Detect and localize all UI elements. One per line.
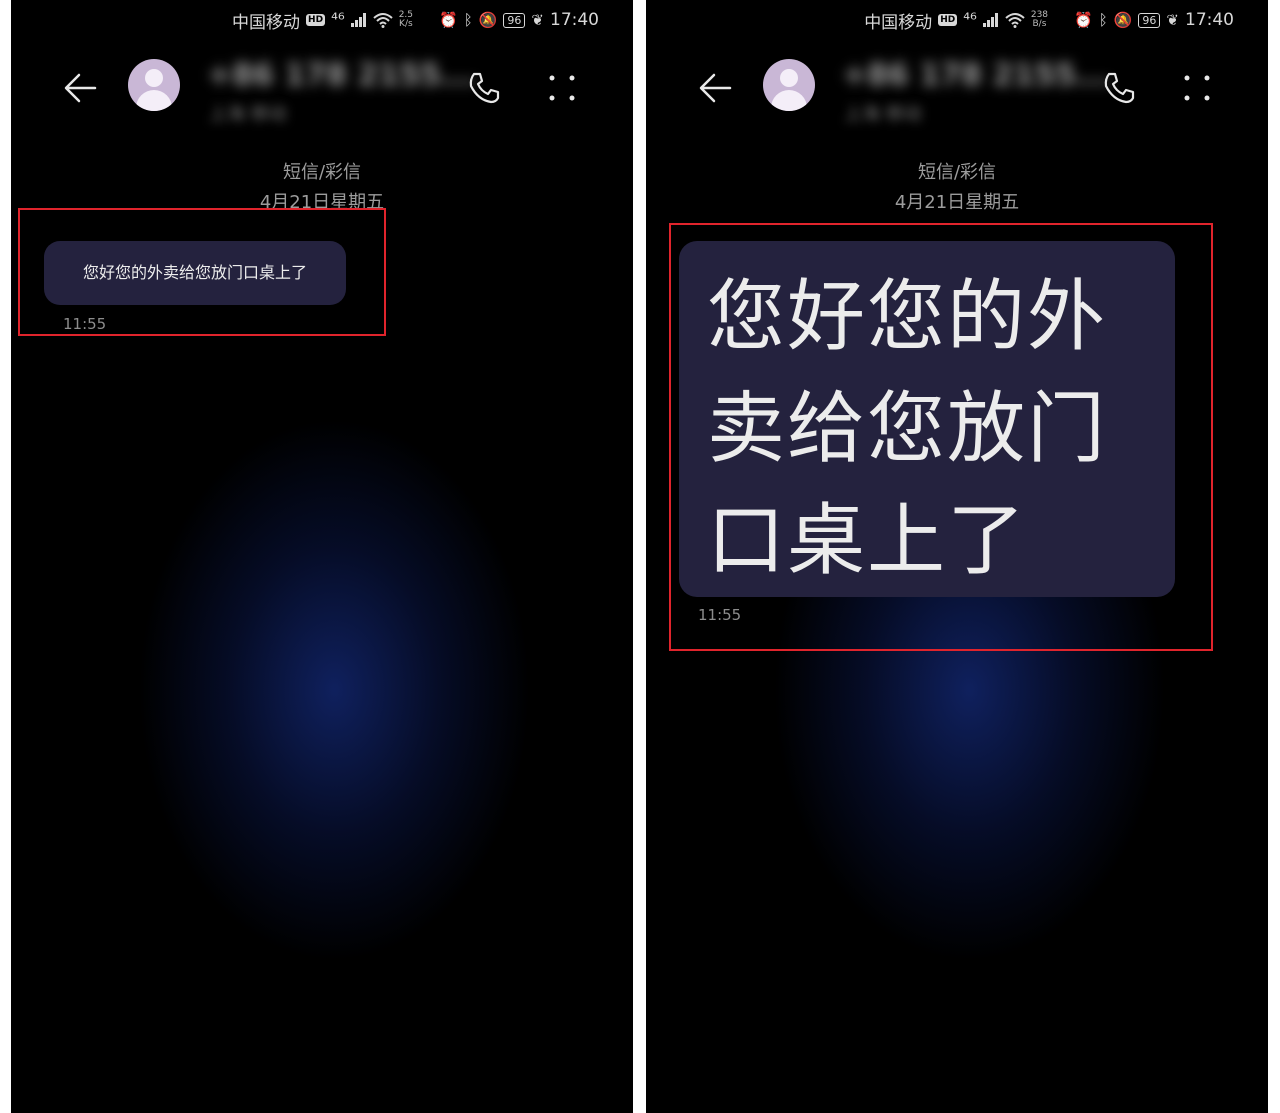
back-arrow-icon[interactable]: [61, 68, 101, 108]
network-label: ⁴⁶: [963, 10, 977, 30]
signal-icon: [350, 13, 366, 27]
avatar-body: [771, 90, 807, 111]
battery-indicator: 96: [1138, 12, 1161, 28]
message-type-label: 短信/彩信: [917, 162, 997, 183]
battery-indicator: 96: [503, 12, 526, 28]
highlight-box: [669, 223, 1213, 651]
net-speed: 238 B/s: [1031, 11, 1048, 29]
highlight-box: [18, 208, 386, 336]
back-arrow-icon[interactable]: [696, 68, 736, 108]
wifi-icon: [373, 13, 393, 28]
avatar-head: [145, 69, 163, 87]
chat-header: +86 178 2155... 上海 移动: [11, 56, 633, 125]
hd-badge: HD: [938, 14, 958, 26]
date-label: 4月21日星期五: [894, 192, 1020, 213]
message-type-label: 短信/彩信: [282, 162, 362, 183]
clock: 17:40: [1185, 10, 1234, 30]
chat-screen-large-text: 中国移动 HD ⁴⁶ 238 B/s ⏰ ᛒ 🔕 96 ❦ 17:40 +86 1…: [646, 0, 1268, 1113]
avatar[interactable]: [128, 59, 180, 111]
bluetooth-icon: ᛒ: [1098, 11, 1108, 29]
avatar-body: [136, 90, 172, 111]
wifi-icon: [1005, 13, 1025, 28]
hd-badge: HD: [306, 14, 326, 26]
phone-icon[interactable]: [1101, 70, 1137, 106]
leaf-icon: ❦: [1166, 11, 1179, 29]
bluetooth-icon: ᛒ: [463, 11, 473, 29]
mute-icon: 🔕: [1113, 11, 1133, 29]
carrier-label: 中国移动: [232, 12, 301, 33]
leaf-icon: ❦: [531, 11, 544, 29]
net-speed: 2.5 K/s: [399, 11, 413, 29]
avatar-head: [780, 69, 798, 87]
avatar[interactable]: [763, 59, 815, 111]
signal-icon: [982, 13, 998, 27]
contact-location: 上海 移动: [209, 104, 287, 125]
chat-header: +86 178 2155... 上海 移动: [646, 56, 1268, 125]
phone-icon[interactable]: [466, 70, 502, 106]
carrier-label: 中国移动: [864, 12, 933, 33]
more-icon[interactable]: [1181, 72, 1213, 104]
more-icon[interactable]: [546, 72, 578, 104]
network-label: ⁴⁶: [331, 10, 345, 30]
mute-icon: 🔕: [478, 11, 498, 29]
status-bar: 中国移动 HD ⁴⁶ 238 B/s ⏰ ᛒ 🔕 96 ❦ 17:40: [864, 6, 1234, 34]
status-bar: 中国移动 HD ⁴⁶ 2.5 K/s ⏰ ᛒ 🔕 96 ❦ 17:40: [232, 6, 599, 34]
chat-screen-normal: 中国移动 HD ⁴⁶ 2.5 K/s ⏰ ᛒ 🔕 96 ❦ 17:40 +86 1…: [11, 0, 633, 1113]
contact-name[interactable]: +86 178 2155...: [842, 58, 1110, 93]
contact-name[interactable]: +86 178 2155...: [207, 58, 475, 93]
alarm-icon: ⏰: [439, 11, 458, 29]
net-speed-unit: K/s: [399, 19, 413, 29]
alarm-icon: ⏰: [1074, 11, 1093, 29]
contact-location: 上海 移动: [844, 104, 922, 125]
clock: 17:40: [550, 10, 599, 30]
net-speed-unit: B/s: [1032, 19, 1047, 29]
